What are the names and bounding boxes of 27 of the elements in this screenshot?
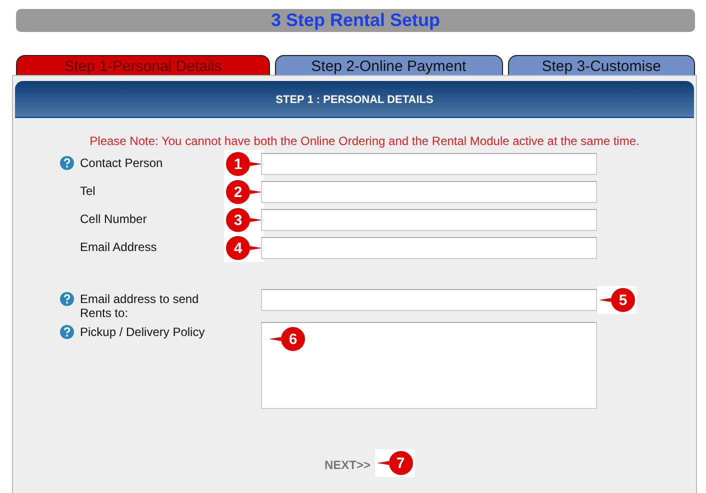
step-tab[interactable]: Step 3-Customise — [508, 55, 695, 75]
callout-marker: 3 — [224, 206, 264, 234]
field-label: Email address to send Rents to: — [80, 291, 200, 320]
note-text: Please Note: You cannot have both the Online Ordering and the Rental Module active at the same time. — [88, 134, 640, 148]
callout-marker: 2 — [224, 178, 264, 206]
field-label: Tel — [80, 183, 96, 198]
field-label: Email Address — [80, 239, 158, 254]
text-input[interactable] — [261, 181, 597, 203]
callout-marker: 7 — [374, 449, 415, 477]
field-label: Cell Number — [80, 211, 148, 226]
text-input[interactable] — [261, 209, 597, 231]
text-input[interactable] — [261, 289, 597, 311]
help-icon[interactable] — [60, 325, 74, 339]
callout-marker: 5 — [597, 286, 637, 314]
step-tab[interactable]: Step 2-Online Payment — [274, 55, 503, 75]
callout-marker: 1 — [224, 150, 264, 178]
field-label: Pickup / Delivery Policy — [80, 324, 206, 339]
field-label: Contact Person — [80, 155, 164, 170]
title-bar: 3 Step Rental Setup — [16, 9, 695, 32]
help-icon[interactable] — [60, 156, 74, 170]
next-link[interactable]: NEXT>> — [324, 458, 371, 472]
help-icon[interactable] — [60, 292, 74, 306]
text-input[interactable] — [261, 237, 597, 259]
text-input[interactable] — [261, 153, 597, 175]
text-area[interactable] — [261, 322, 597, 409]
panel-header: STEP 1 : PERSONAL DETAILS — [15, 81, 694, 118]
callout-marker: 4 — [224, 234, 264, 262]
